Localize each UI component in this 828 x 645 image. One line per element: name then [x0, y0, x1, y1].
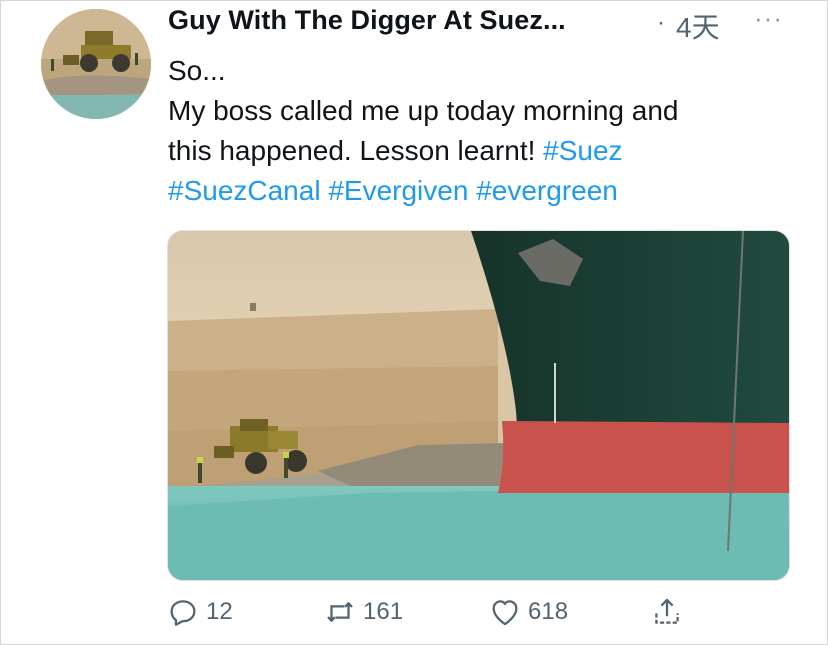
tweet-header: Guy With The Digger At Suez... · 4天 ···: [168, 3, 808, 43]
reply-button[interactable]: 12: [166, 595, 233, 629]
author-name[interactable]: Guy With The Digger At Suez...: [168, 5, 566, 36]
ever-given-photo: [168, 231, 789, 580]
tweet-text-run: So...: [168, 55, 226, 86]
share-button[interactable]: [650, 595, 684, 629]
reply-icon: [170, 600, 196, 626]
retweet-button[interactable]: 161: [323, 595, 403, 629]
hashtag-link[interactable]: #SuezCanal: [168, 175, 321, 206]
hashtag-link[interactable]: #Suez: [543, 135, 622, 166]
avatar[interactable]: [41, 9, 151, 119]
retweet-count: 161: [363, 598, 404, 625]
tweet-text-line: #SuezCanal #Evergiven #evergreen: [168, 171, 798, 211]
retweet-icon: [327, 602, 353, 622]
tweet-text-line: My boss called me up today morning and: [168, 91, 798, 131]
share-icon: [655, 598, 679, 624]
tweet-text-line: this happened. Lesson learnt! #Suez: [168, 131, 798, 171]
digger-avatar-image: [41, 9, 151, 119]
tweet[interactable]: Guy With The Digger At Suez... · 4天 ··· …: [0, 0, 828, 645]
separator-dot: ·: [657, 9, 665, 36]
tweet-text-run: this happened. Lesson learnt!: [168, 135, 544, 166]
tweet-actions: 12 161 618: [166, 595, 726, 635]
hashtag-link[interactable]: #evergreen: [476, 175, 618, 206]
like-count: 618: [528, 598, 569, 625]
tweet-text-line: So...: [168, 51, 798, 91]
tweet-text-run: My boss called me up today morning and: [168, 95, 679, 126]
reply-count: 12: [206, 598, 233, 625]
tweet-text: So... My boss called me up today morning …: [168, 51, 798, 211]
timestamp[interactable]: 4天: [676, 6, 720, 46]
like-button[interactable]: 618: [488, 595, 568, 629]
heart-icon: [492, 600, 518, 626]
hashtag-link[interactable]: #Evergiven: [328, 175, 468, 206]
tweet-photo[interactable]: [167, 230, 790, 581]
more-options-icon[interactable]: ···: [754, 3, 783, 34]
